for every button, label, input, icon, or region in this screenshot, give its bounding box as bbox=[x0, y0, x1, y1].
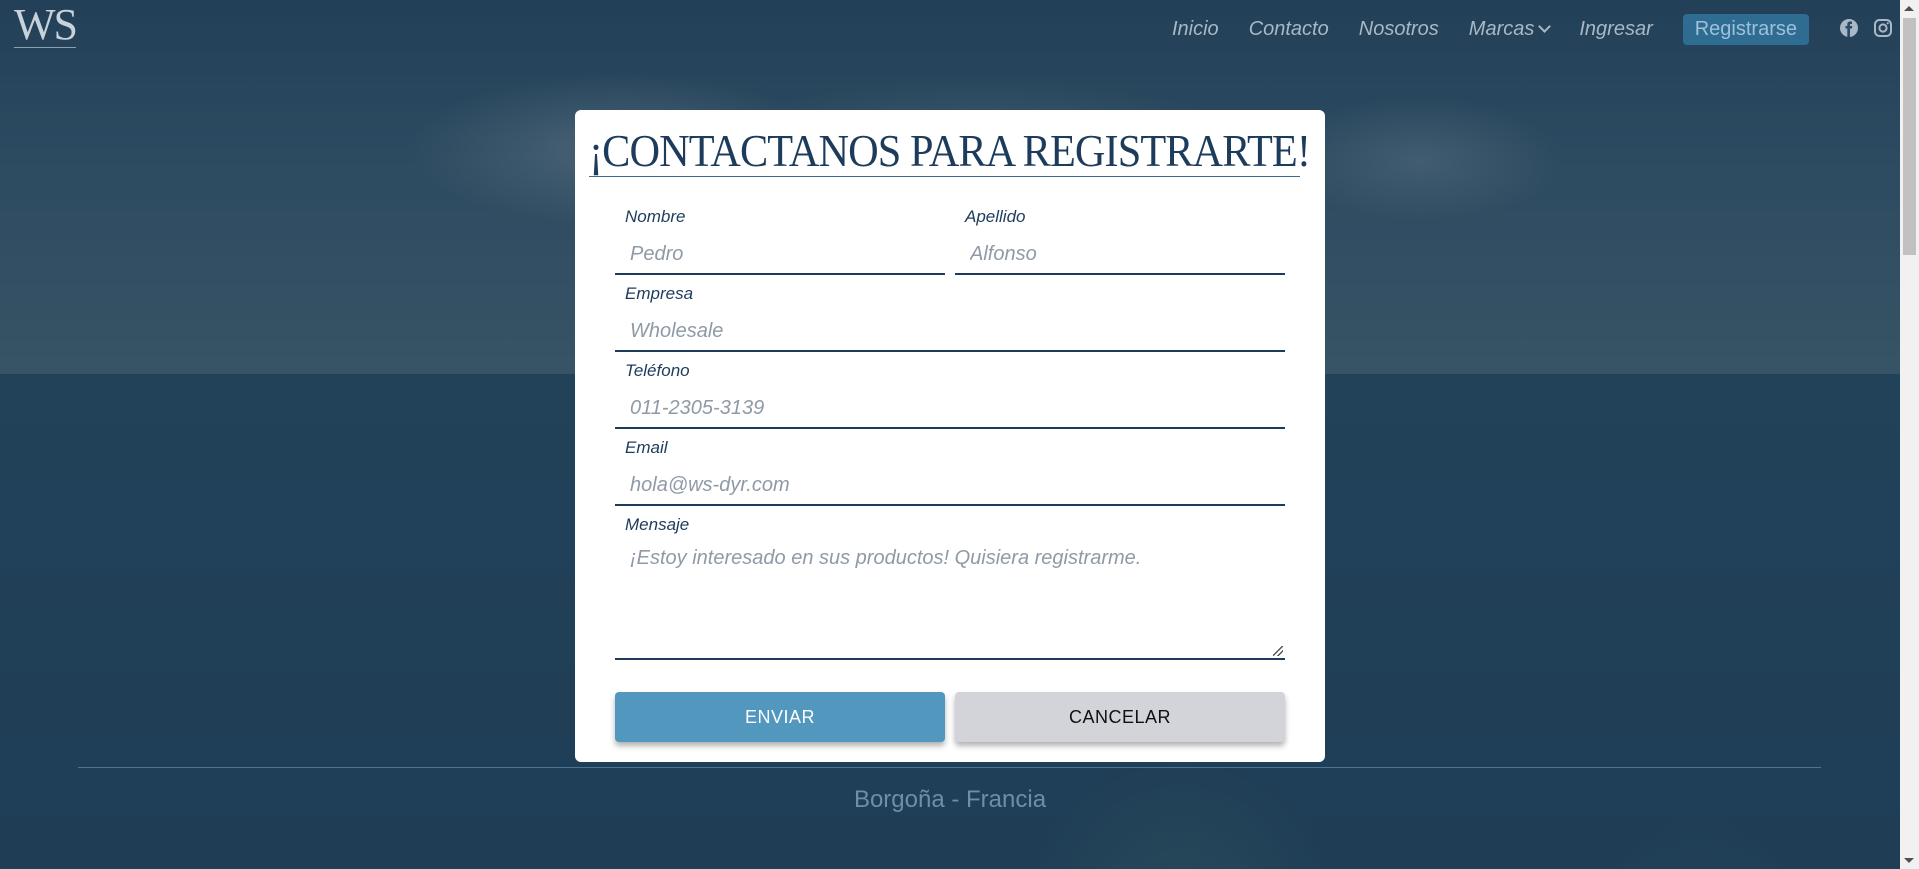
nombre-field: Nombre bbox=[615, 207, 945, 275]
nav-marcas-label: Marcas bbox=[1468, 17, 1535, 40]
scroll-down-arrow-icon[interactable] bbox=[1904, 858, 1914, 863]
telefono-input[interactable] bbox=[615, 393, 1285, 423]
telefono-label: Teléfono bbox=[625, 361, 690, 380]
apellido-input[interactable] bbox=[955, 239, 1285, 269]
scroll-thumb[interactable] bbox=[1903, 18, 1916, 255]
mensaje-textarea[interactable] bbox=[615, 547, 1285, 657]
title-underline bbox=[589, 176, 1300, 177]
chevron-down-icon bbox=[1538, 19, 1552, 33]
resize-handle-icon[interactable] bbox=[1273, 646, 1283, 656]
instagram-icon[interactable] bbox=[1873, 18, 1893, 38]
email-field: Email bbox=[615, 438, 1285, 506]
telefono-field: Teléfono bbox=[615, 361, 1285, 429]
empresa-input[interactable] bbox=[615, 316, 1285, 346]
page-scrollbar[interactable] bbox=[1900, 0, 1919, 869]
register-button[interactable]: Registrarse bbox=[1682, 13, 1809, 45]
nombre-input[interactable] bbox=[615, 239, 945, 269]
scroll-up-arrow-icon[interactable] bbox=[1904, 6, 1914, 11]
empresa-field: Empresa bbox=[615, 284, 1285, 352]
nav-ingresar[interactable]: Ingresar bbox=[1579, 18, 1652, 41]
modal-title: ¡CONTACTANOS PARA REGISTRARTE! bbox=[589, 125, 1311, 176]
facebook-icon[interactable] bbox=[1839, 18, 1859, 38]
main-nav: Inicio Contacto Nosotros Marcas Ingresar… bbox=[1142, 13, 1809, 45]
brand-logo[interactable]: WS bbox=[14, 3, 78, 48]
nav-contacto[interactable]: Contacto bbox=[1249, 18, 1329, 41]
footer-location: Borgoña - Francia bbox=[853, 786, 1047, 813]
send-button[interactable]: ENVIAR bbox=[615, 692, 945, 742]
nav-marcas[interactable]: Marcas bbox=[1468, 17, 1552, 41]
cancel-button[interactable]: CANCELAR bbox=[955, 692, 1285, 742]
footer-divider bbox=[78, 767, 1821, 768]
apellido-field: Apellido bbox=[955, 207, 1285, 275]
register-modal: ¡CONTACTANOS PARA REGISTRARTE! Nombre Ap… bbox=[575, 110, 1325, 762]
nav-inicio[interactable]: Inicio bbox=[1172, 18, 1219, 41]
nombre-label: Nombre bbox=[625, 207, 686, 226]
empresa-label: Empresa bbox=[625, 284, 694, 303]
mensaje-label: Mensaje bbox=[625, 515, 690, 534]
social-links bbox=[1825, 18, 1893, 38]
mensaje-field: Mensaje bbox=[615, 515, 1285, 660]
email-input[interactable] bbox=[615, 470, 1285, 500]
email-label: Email bbox=[625, 438, 668, 457]
nav-nosotros[interactable]: Nosotros bbox=[1359, 18, 1439, 41]
apellido-label: Apellido bbox=[965, 207, 1026, 226]
